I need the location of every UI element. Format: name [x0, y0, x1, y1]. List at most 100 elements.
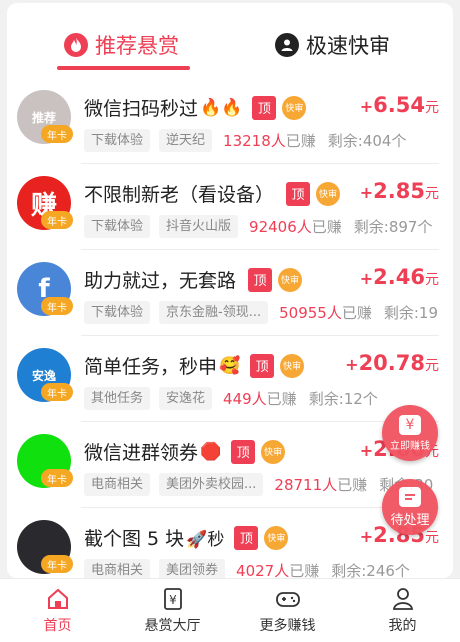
- price-prefix: +: [359, 97, 374, 116]
- earned-count: 13218人已赚: [223, 130, 316, 151]
- task-title-emoji: 🚀秒: [186, 530, 225, 550]
- earned-suffix: 已赚: [341, 303, 372, 322]
- fast-review-badge: 快审: [282, 95, 307, 120]
- task-meta: 下载体验 抖音火山版 92406人已赚 剩余:897个: [84, 214, 432, 238]
- fast-review-badge: 快审: [278, 267, 303, 292]
- task-meta: 下载体验 逆天纪 13218人已赚 剩余:404个: [84, 128, 406, 152]
- nav-mine[interactable]: 我的: [345, 579, 460, 642]
- top-badge: 顶: [286, 181, 311, 206]
- task-row[interactable]: 推荐 年卡 微信扫码秒过 🔥🔥 顶快审 +6.54元 下载体验 逆天纪 13218人已赚 剩余:4…: [7, 78, 453, 164]
- task-title-text: 微信扫码秒过: [84, 98, 199, 120]
- task-app-tag: 京东金融-领现...: [159, 300, 269, 324]
- top-badge: 顶: [248, 267, 273, 292]
- task-app-tag: 抖音火山版: [159, 214, 239, 238]
- task-title: 简单任务，秒申 🥰 顶快审: [84, 352, 305, 379]
- task-title: 不限制新老（看设备） 顶快审: [84, 180, 341, 207]
- card-badge: 年卡: [41, 211, 73, 229]
- remaining-count: 剩余:404个: [327, 131, 407, 150]
- nav-home[interactable]: 首页: [0, 579, 115, 642]
- price-unit: 元: [425, 100, 439, 116]
- remaining-count: 剩余:897个: [353, 217, 433, 236]
- avatar-text: 推荐: [31, 110, 56, 125]
- nav-more-earn[interactable]: 更多赚钱: [230, 579, 345, 642]
- earned-count: 28711人已赚: [274, 474, 367, 495]
- task-title: 微信扫码秒过 🔥🔥 顶快审: [84, 94, 307, 121]
- task-title: 助力就过，无套路顶快审: [84, 266, 303, 293]
- home-icon: [46, 586, 70, 612]
- card-badge: 年卡: [41, 555, 73, 573]
- task-price: +2.46元: [360, 265, 439, 289]
- task-category-tag: 下载体验: [84, 300, 151, 324]
- task-row[interactable]: 安逸 年卡 简单任务，秒申 🥰 顶快审 +20.78元 其他任务 安逸花 449人已赚 剩余:12…: [7, 336, 453, 422]
- card-badge: 年卡: [41, 469, 73, 487]
- earned-count: 50955人已赚: [279, 302, 372, 323]
- remaining-count: 剩余:246个: [331, 561, 410, 579]
- user-circle-icon: [275, 33, 299, 57]
- earned-number: 4027人: [236, 561, 290, 579]
- price-prefix: +: [359, 183, 374, 202]
- price-prefix: +: [345, 355, 359, 374]
- earned-count: 449人已赚: [223, 388, 297, 409]
- earn-now-button[interactable]: ¥ 立即赚钱: [382, 405, 438, 461]
- earned-number: 92406人: [249, 217, 312, 236]
- price-unit: 元: [425, 358, 439, 374]
- task-title-text: 不限制新老（看设备）: [84, 184, 275, 206]
- task-meta: 下载体验 京东金融-领现... 50955人已赚 剩余:19: [84, 300, 438, 324]
- earned-suffix: 已赚: [285, 131, 316, 150]
- task-app-tag: 逆天纪: [159, 128, 213, 152]
- pending-button[interactable]: 待处理: [382, 479, 438, 535]
- remaining-count: 剩余:12个: [308, 389, 378, 408]
- earned-number: 50955人: [279, 303, 342, 322]
- task-meta: 电商相关 美团领券 4027人已赚 剩余:246个: [84, 558, 410, 578]
- card-badge: 年卡: [41, 297, 73, 315]
- task-meta: 电商相关美团外卖校园...28711人已赚剩余:30: [84, 472, 433, 496]
- task-title-text: 助力就过，无套路: [84, 270, 237, 292]
- task-app-tag: 美团外卖校园...: [159, 472, 264, 496]
- task-category-tag: 电商相关: [84, 472, 151, 496]
- float-label: 立即赚钱: [390, 440, 430, 452]
- flame-icon: [64, 33, 88, 57]
- card-badge: 年卡: [41, 383, 73, 401]
- yen-icon: ¥: [399, 414, 421, 435]
- task-category-tag: 其他任务: [84, 386, 151, 410]
- task-row[interactable]: f 年卡 助力就过，无套路顶快审 +2.46元 下载体验 京东金融-领现... 50955人…: [7, 250, 453, 336]
- task-row[interactable]: 赚年卡 不限制新老（看设备）顶快审 +2.85元 下载体验 抖音火山版 92406人已赚剩…: [7, 164, 453, 250]
- fast-review-badge: 快审: [316, 181, 341, 206]
- chat-icon: [399, 486, 421, 507]
- remaining-count: 剩余:19: [383, 303, 438, 322]
- task-title-text: 截个图 5 块: [84, 528, 185, 550]
- top-badge: 顶: [252, 95, 277, 120]
- price-value: 2.85: [373, 179, 425, 203]
- task-title: 截个图 5 块 🚀秒顶快审: [84, 524, 289, 551]
- active-tab-indicator: [57, 66, 190, 70]
- price-prefix: +: [359, 441, 374, 460]
- tab-fast-review[interactable]: 极速快审: [275, 27, 390, 63]
- task-price: +2.85元: [360, 179, 439, 203]
- task-category-tag: 下载体验: [84, 214, 151, 238]
- tab-bar: 推荐悬赏 极速快审: [7, 3, 453, 78]
- price-unit: 元: [425, 530, 439, 546]
- price-unit: 元: [425, 186, 439, 202]
- fast-review-badge: 快审: [264, 525, 289, 550]
- task-price: +6.54元: [360, 93, 439, 117]
- float-label: 待处理: [390, 512, 430, 528]
- earned-suffix: 已赚: [337, 475, 368, 494]
- task-category-tag: 下载体验: [84, 128, 151, 152]
- nav-bounty-hall[interactable]: ¥ 悬赏大厅: [115, 579, 230, 642]
- tab-recommended-bounty[interactable]: 推荐悬赏: [64, 27, 179, 63]
- task-app-tag: 美团领券: [159, 558, 226, 578]
- tab-label: 极速快审: [306, 34, 390, 58]
- tab-label: 推荐悬赏: [95, 34, 179, 58]
- svg-text:¥: ¥: [169, 593, 177, 607]
- nav-label: 悬赏大厅: [144, 618, 201, 634]
- task-title-text: 简单任务，秒申: [84, 356, 218, 378]
- earned-suffix: 已赚: [266, 389, 297, 408]
- task-app-tag: 安逸花: [159, 386, 213, 410]
- earned-number: 28711人: [274, 475, 338, 494]
- bottom-nav: 首页 ¥ 悬赏大厅 更多赚钱 我的: [0, 578, 460, 642]
- earned-suffix: 已赚: [289, 561, 320, 579]
- task-title-emoji: 🔥🔥: [200, 97, 243, 118]
- top-badge: 顶: [234, 525, 259, 550]
- nav-label: 我的: [388, 618, 417, 634]
- fast-review-badge: 快审: [280, 353, 305, 378]
